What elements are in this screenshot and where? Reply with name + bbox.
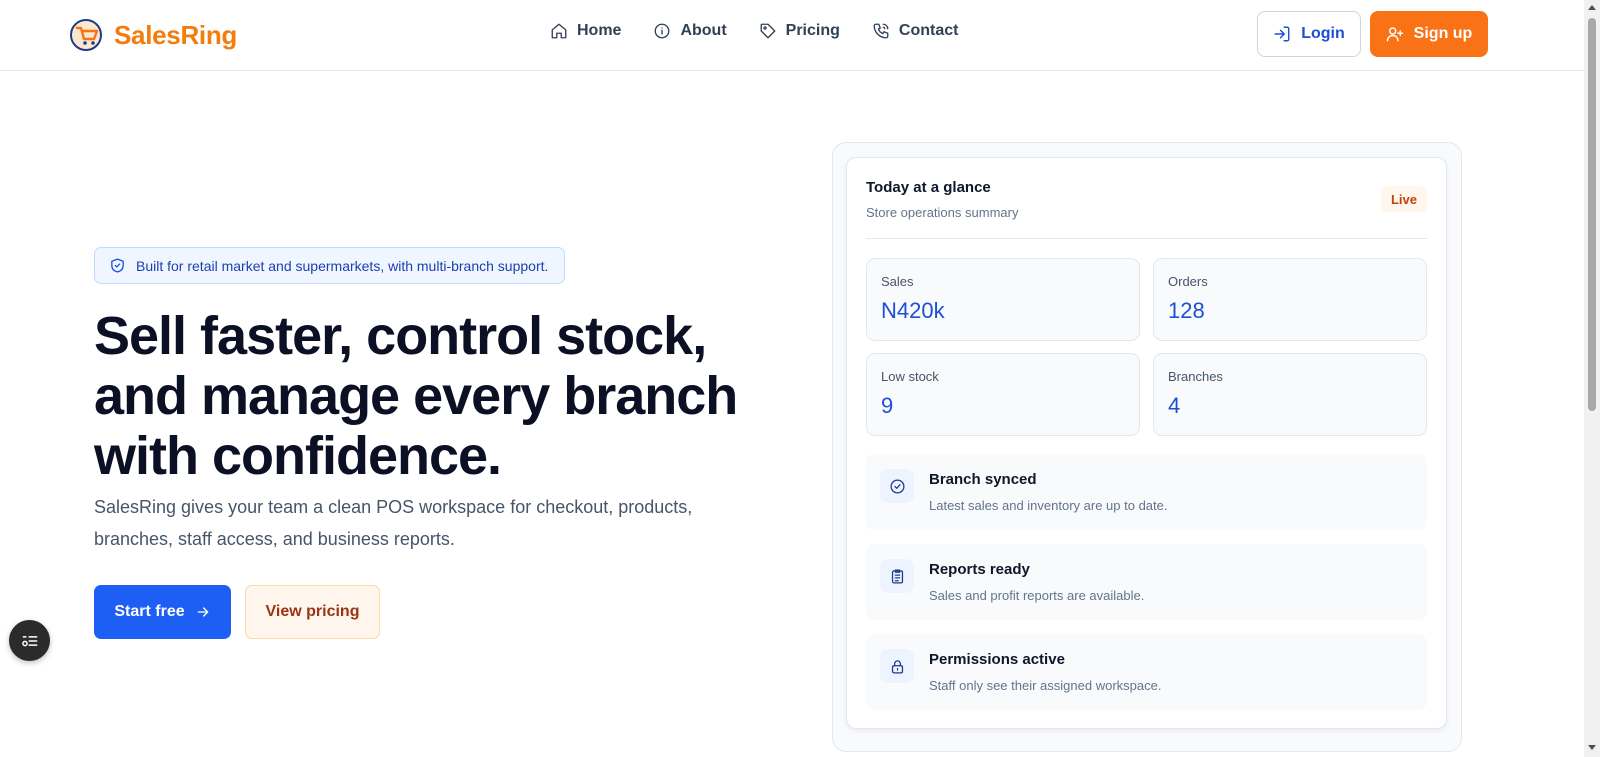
glance-subtitle: Store operations summary (866, 205, 1019, 220)
stat-value: N420k (881, 298, 945, 323)
stat-value: 128 (1168, 298, 1205, 323)
glance-title: Today at a glance (866, 179, 991, 196)
home-icon (551, 23, 567, 39)
start-free-label: Start free (114, 603, 185, 620)
nav-home-label: Home (577, 22, 622, 39)
clipboard-icon (891, 568, 903, 584)
login-button[interactable]: Login (1257, 11, 1361, 57)
view-pricing-label: View pricing (265, 603, 360, 620)
status-description: Latest sales and inventory are up to dat… (929, 498, 1168, 513)
shield-check-icon (111, 258, 124, 273)
status-title: Branch synced (929, 471, 1037, 488)
main-nav: Home About Pricing Contact (550, 22, 958, 40)
nav-contact-label: Contact (898, 22, 959, 39)
scroll-up-arrow-icon[interactable] (1588, 5, 1596, 10)
status-icon-wrap (880, 649, 914, 683)
scrollbar-thumb[interactable] (1588, 18, 1596, 411)
nav-about-label: About (680, 22, 727, 39)
status-icon-wrap (880, 559, 914, 593)
lock-icon (891, 659, 903, 674)
brand-logo[interactable]: SalesRing (68, 17, 237, 53)
hero-subtitle: SalesRing gives your team a clean POS wo… (94, 497, 693, 549)
nav-pricing[interactable]: Pricing (759, 22, 840, 40)
floating-menu-button[interactable] (9, 620, 50, 661)
phone-icon (873, 23, 889, 39)
login-label: Login (1301, 25, 1345, 42)
status-permissions-active: Permissions active Staff only see their … (866, 634, 1427, 710)
arrow-right-icon (197, 607, 208, 617)
status-description: Staff only see their assigned workspace. (929, 678, 1162, 693)
view-pricing-button[interactable]: View pricing (245, 585, 380, 639)
feature-badge-text: Built for retail market and supermarkets… (136, 257, 549, 274)
top-nav-bar: SalesRing Home About Pricing Contact Log… (0, 0, 1584, 71)
status-title: Permissions active (929, 651, 1065, 668)
stat-card-sales: Sales N420k (866, 258, 1140, 341)
status-branch-synced: Branch synced Latest sales and inventory… (866, 454, 1427, 530)
start-free-button[interactable]: Start free (94, 585, 231, 639)
stat-label: Sales (881, 274, 914, 289)
shopping-cart-logo-icon (70, 19, 102, 51)
feature-badge: Built for retail market and supermarkets… (94, 247, 565, 284)
status-title: Reports ready (929, 561, 1030, 578)
signup-label: Sign up (1413, 25, 1473, 42)
live-badge: Live (1381, 186, 1427, 212)
signup-button[interactable]: Sign up (1370, 11, 1488, 57)
nav-home[interactable]: Home (550, 22, 621, 40)
stat-value: 9 (881, 393, 894, 418)
stat-value: 4 (1168, 393, 1181, 418)
brand-name: SalesRing (114, 19, 238, 50)
stat-card-low-stock: Low stock 9 (866, 353, 1140, 436)
status-icon-wrap (880, 469, 914, 503)
stat-label: Branches (1168, 369, 1223, 384)
page-scrollbar[interactable] (1584, 0, 1600, 757)
tag-icon (760, 23, 776, 39)
status-description: Sales and profit reports are available. (929, 588, 1145, 603)
nav-contact[interactable]: Contact (872, 22, 959, 40)
check-circle-icon (889, 478, 905, 494)
login-icon (1274, 26, 1290, 42)
stat-card-branches: Branches 4 (1153, 353, 1427, 436)
divider (866, 238, 1427, 239)
user-plus-icon (1386, 27, 1403, 42)
status-reports-ready: Reports ready Sales and profit reports a… (866, 544, 1427, 620)
stat-card-orders: Orders 128 (1153, 258, 1427, 341)
hero-headline: Sell faster, control stock, and manage e… (94, 306, 738, 486)
list-settings-icon (21, 635, 37, 646)
stat-label: Low stock (881, 369, 939, 384)
info-icon (655, 23, 670, 39)
stat-label: Orders (1168, 274, 1208, 289)
nav-pricing-label: Pricing (785, 22, 840, 39)
nav-about[interactable]: About (653, 22, 727, 40)
scroll-down-arrow-icon[interactable] (1588, 745, 1596, 750)
